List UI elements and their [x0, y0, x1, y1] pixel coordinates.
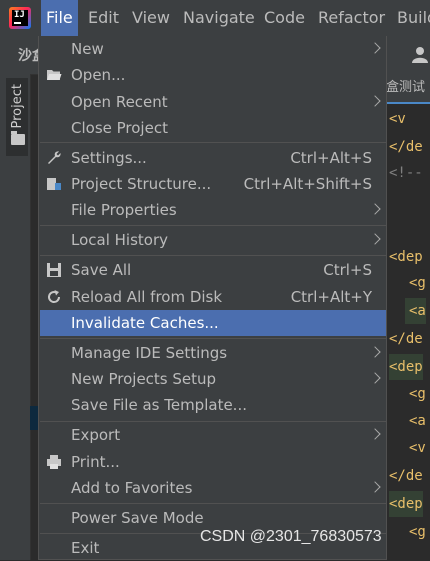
code-line: </de	[389, 139, 423, 155]
menu-item-shortcut: Ctrl+Alt+S	[290, 149, 372, 167]
menu-item-print[interactable]: Print...	[40, 449, 386, 475]
menu-item-label: Save All	[71, 261, 132, 279]
code-line: <!--	[389, 165, 423, 181]
menu-separator	[40, 225, 386, 226]
menu-item-label: Save File as Template...	[71, 396, 247, 414]
menu-item-label: New Projects Setup	[71, 370, 217, 388]
code-line: <g	[409, 275, 426, 291]
menu-item-label: File Properties	[71, 201, 177, 219]
menu-refactor[interactable]: Refactor	[318, 0, 385, 36]
menu-item-invalidate-caches[interactable]: Invalidate Caches...	[40, 310, 386, 336]
folder-icon	[11, 131, 25, 145]
menu-separator	[40, 255, 386, 256]
submenu-arrow-icon	[369, 346, 381, 358]
submenu-arrow-icon	[369, 481, 381, 493]
code-line: <dep	[389, 491, 423, 517]
menu-build[interactable]: Build	[397, 0, 430, 36]
menu-navigate[interactable]: Navigate	[183, 0, 255, 36]
watermark-text: CSDN @2301_76830573	[200, 528, 382, 545]
code-line: <g	[409, 386, 426, 402]
menu-item-label: Open Recent	[71, 93, 168, 111]
menu-item-label: Manage IDE Settings	[71, 344, 228, 362]
tree-selection-marker	[30, 406, 38, 430]
menu-separator	[40, 142, 386, 143]
menu-item-save-all[interactable]: Save All Ctrl+S	[40, 257, 386, 283]
menu-item-open-recent[interactable]: Open Recent	[40, 89, 386, 115]
menu-view[interactable]: View	[132, 0, 170, 36]
menu-item-project-structure[interactable]: Project Structure... Ctrl+Alt+Shift+S	[40, 171, 386, 197]
menu-item-label: Local History	[71, 231, 169, 249]
submenu-arrow-icon	[369, 95, 381, 107]
menu-code[interactable]: Code	[264, 0, 305, 36]
editor-tab[interactable]: 盒测试	[386, 74, 430, 104]
intellij-logo-icon[interactable]: IJ	[9, 7, 31, 29]
file-menu-dropdown: New Open... Open Recent Close Project Se…	[38, 36, 387, 560]
menu-item-add-to-favorites[interactable]: Add to Favorites	[40, 475, 386, 501]
code-line: <v	[409, 440, 426, 456]
submenu-arrow-icon	[369, 42, 381, 54]
menu-item-label: Invalidate Caches...	[71, 314, 219, 332]
menu-separator	[40, 338, 386, 339]
save-icon	[47, 263, 61, 277]
code-line: </de	[389, 468, 423, 484]
menu-separator	[40, 503, 386, 504]
submenu-arrow-icon	[369, 372, 381, 384]
menu-item-label: Print...	[71, 453, 120, 471]
code-line: <a	[405, 298, 426, 324]
submenu-arrow-icon	[369, 233, 381, 245]
menu-item-label: Export	[71, 426, 121, 444]
submenu-arrow-icon	[369, 428, 381, 440]
user-icon[interactable]	[410, 44, 430, 64]
code-line: <dep	[389, 249, 423, 265]
project-tab-label: Project	[10, 84, 25, 129]
menu-item-open[interactable]: Open...	[40, 62, 386, 88]
folder-open-icon	[47, 70, 62, 80]
menu-item-label: Power Save Mode	[71, 509, 204, 527]
reload-icon	[48, 290, 61, 303]
menu-item-shortcut: Ctrl+Alt+Shift+S	[243, 175, 372, 193]
menu-item-local-history[interactable]: Local History	[40, 227, 386, 253]
menu-item-label: New	[71, 40, 104, 58]
wrench-icon	[48, 151, 61, 164]
code-line: <v	[389, 111, 406, 127]
menu-item-shortcut: Ctrl+S	[323, 261, 372, 279]
menu-item-file-properties[interactable]: File Properties	[40, 197, 386, 223]
menu-item-reload-all[interactable]: Reload All from Disk Ctrl+Alt+Y	[40, 284, 386, 310]
menu-item-label: Add to Favorites	[71, 479, 193, 497]
menu-item-label: Open...	[71, 66, 126, 84]
menu-edit[interactable]: Edit	[88, 0, 119, 36]
menu-item-save-as-template[interactable]: Save File as Template...	[40, 392, 386, 418]
submenu-arrow-icon	[369, 203, 381, 215]
menu-item-settings[interactable]: Settings... Ctrl+Alt+S	[40, 145, 386, 171]
menu-item-label: Exit	[71, 539, 100, 557]
code-line: <dep	[389, 354, 423, 380]
menu-item-label: Settings...	[71, 149, 147, 167]
menu-bar: IJ File Edit View Navigate Code Refactor…	[0, 0, 430, 37]
menu-item-label: Reload All from Disk	[71, 288, 223, 306]
menu-item-label: Close Project	[71, 119, 168, 137]
print-icon	[47, 455, 61, 469]
menu-item-close-project[interactable]: Close Project	[40, 115, 386, 141]
menu-item-manage-ide-settings[interactable]: Manage IDE Settings	[40, 340, 386, 366]
code-line: </de	[389, 331, 423, 347]
menu-item-shortcut: Ctrl+Alt+Y	[290, 288, 372, 306]
menu-file[interactable]: File	[41, 0, 78, 36]
menu-item-new[interactable]: New	[40, 36, 386, 62]
menu-item-label: Project Structure...	[71, 175, 212, 193]
code-line: <a	[409, 413, 426, 429]
project-structure-icon	[47, 178, 61, 190]
menu-item-export[interactable]: Export	[40, 422, 386, 448]
code-line: <g	[409, 524, 426, 540]
menu-item-new-projects-setup[interactable]: New Projects Setup	[40, 366, 386, 392]
